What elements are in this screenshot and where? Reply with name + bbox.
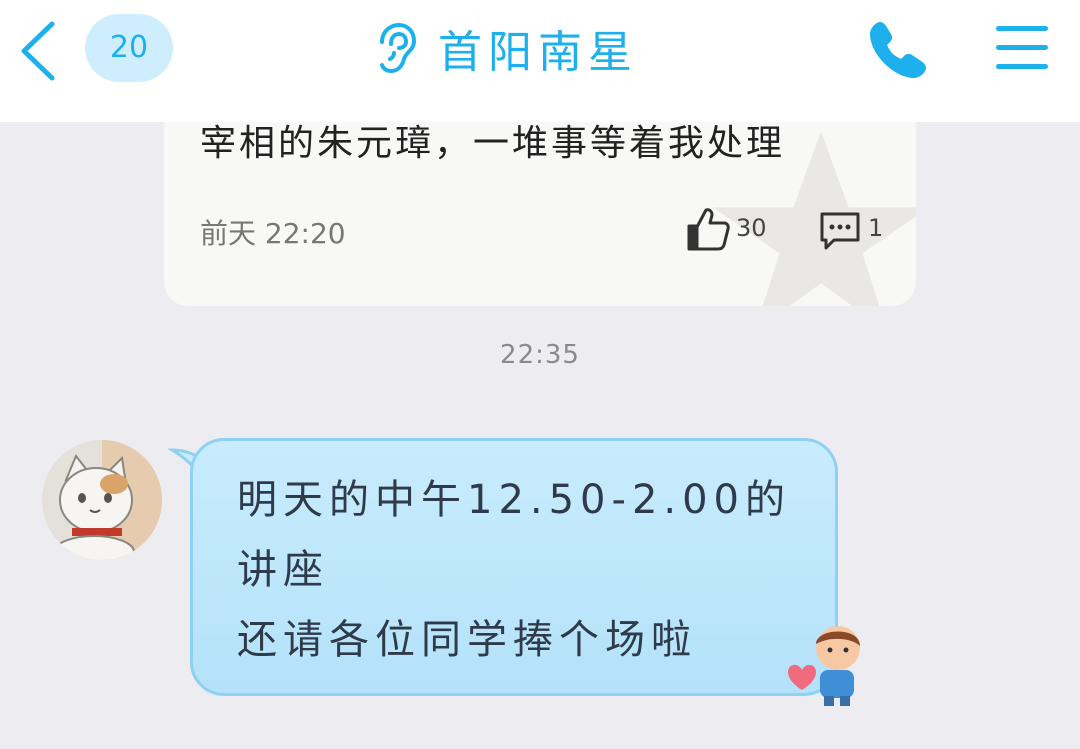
like-count: 30	[736, 214, 767, 242]
message-line: 明天的中午12.50-2.00的	[237, 477, 792, 523]
chat-title: 首阳南星	[438, 27, 638, 78]
chat-header: 20 首阳南星	[0, 0, 1080, 122]
post-time: 前天 22:20	[200, 217, 346, 250]
comment-icon[interactable]	[818, 210, 862, 252]
ear-icon	[380, 22, 416, 74]
hamburger-menu-icon[interactable]	[994, 22, 1050, 74]
message-line: 讲座	[237, 547, 329, 593]
bubble-body: 明天的中午12.50-2.00的 讲座 还请各位同学捧个场啦	[190, 438, 838, 696]
boy-with-heart-sticker-icon	[788, 626, 860, 706]
phone-icon[interactable]	[866, 18, 932, 82]
comment-count: 1	[868, 214, 884, 242]
message-timestamp: 22:35	[500, 340, 580, 370]
avatar[interactable]	[42, 440, 162, 560]
unread-count-badge[interactable]: 20	[85, 14, 173, 82]
message-line: 还请各位同学捧个场啦	[237, 617, 697, 663]
message-text: 明天的中午12.50-2.00的 讲座 还请各位同学捧个场啦	[237, 465, 837, 675]
chevron-left-icon[interactable]	[14, 18, 66, 84]
cat-avatar-icon	[42, 440, 162, 560]
message-bubble[interactable]: 明天的中午12.50-2.00的 讲座 还请各位同学捧个场啦	[168, 438, 844, 702]
chat-title-group[interactable]: 首阳南星	[372, 16, 638, 80]
thumbs-up-icon[interactable]	[686, 206, 730, 252]
